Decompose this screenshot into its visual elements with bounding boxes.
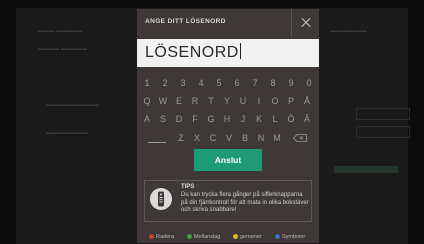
key[interactable]: M [269, 130, 285, 146]
key[interactable]: Å [299, 93, 315, 109]
background-text: ▬▬▬▬▬▬▬▬ [46, 130, 89, 136]
key[interactable]: T [203, 93, 219, 109]
tips-panel: TIPS Du kan trycka flera gånger på siffe… [144, 180, 312, 222]
key[interactable]: C [205, 130, 221, 146]
remote-control-icon [150, 188, 172, 210]
password-input[interactable]: LÖSENORD [137, 39, 319, 67]
green-dot-icon [187, 233, 192, 239]
key[interactable]: X [189, 130, 205, 146]
background-field [356, 108, 410, 120]
background-button [334, 166, 398, 173]
key[interactable]: Ö [283, 111, 299, 127]
yellow-dot-icon [233, 233, 238, 239]
legend-item-space: Mellanslag [187, 232, 220, 242]
background-text: ▬▬▬▬▬▬▬▬▬▬ [46, 102, 99, 108]
background-text: ▬▬▬▬ ▬▬▬▬▬ [38, 46, 88, 52]
legend-label: Symboler [282, 234, 306, 240]
tips-text: Du kan trycka flera gånger på sifferknap… [181, 192, 309, 213]
key[interactable]: 1 [139, 75, 155, 91]
backspace-icon[interactable] [293, 134, 307, 142]
key[interactable]: 2 [157, 75, 173, 91]
password-value: LÖSENORD [145, 43, 241, 62]
connect-button[interactable]: Anslut [194, 149, 262, 171]
key[interactable]: 7 [247, 75, 263, 91]
key[interactable]: 8 [265, 75, 281, 91]
color-key-legend: Radera Mellanslag gemener Symboler [149, 232, 319, 242]
key[interactable]: B [237, 130, 253, 146]
close-icon[interactable] [291, 9, 319, 37]
text-caret [239, 43, 241, 59]
key[interactable]: 0 [301, 75, 317, 91]
blue-dot-icon [275, 233, 280, 239]
key[interactable]: 4 [193, 75, 209, 91]
key[interactable]: N [253, 130, 269, 146]
key[interactable]: H [219, 111, 235, 127]
key[interactable]: S [155, 111, 171, 127]
key[interactable]: L [267, 111, 283, 127]
keyboard-row-digits: 1 2 3 4 5 6 7 8 9 0 [137, 75, 319, 91]
key[interactable]: I [251, 93, 267, 109]
key[interactable]: A [139, 111, 155, 127]
key[interactable]: P [283, 93, 299, 109]
legend-label: Radera [156, 234, 175, 240]
keyboard-row-zxcv: Z X C V B N M [137, 130, 319, 146]
key[interactable]: E [171, 93, 187, 109]
key[interactable]: 5 [211, 75, 227, 91]
space-icon[interactable] [147, 130, 167, 146]
key[interactable]: G [203, 111, 219, 127]
legend-label: Mellanslag [194, 234, 221, 240]
key[interactable]: Ä [299, 111, 315, 127]
key[interactable]: K [251, 111, 267, 127]
key[interactable]: 6 [229, 75, 245, 91]
key[interactable]: Q [139, 93, 155, 109]
password-dialog: ANGE DITT LÖSENORD LÖSENORD 1 2 3 4 5 6 … [137, 9, 319, 243]
key[interactable]: Y [219, 93, 235, 109]
dialog-title: ANGE DITT LÖSENORD [145, 18, 226, 25]
legend-item-delete: Radera [149, 232, 174, 242]
key[interactable]: W [155, 93, 171, 109]
legend-item-symbols: Symboler [275, 232, 305, 242]
key[interactable]: D [171, 111, 187, 127]
key[interactable]: U [235, 93, 251, 109]
legend-label: gemener [240, 234, 262, 240]
red-dot-icon [149, 233, 154, 239]
key[interactable]: V [221, 130, 237, 146]
key[interactable]: R [187, 93, 203, 109]
legend-item-lowercase: gemener [233, 232, 262, 242]
background-field [356, 126, 410, 138]
password-text: LÖSENORD [145, 44, 239, 61]
keyboard-row-asdf: A S D F G H J K L Ö Ä [137, 111, 319, 127]
keyboard-row-qwerty: Q W E R T Y U I O P Å [137, 93, 319, 109]
background-text: ▬▬▬▬▬▬▬ [330, 28, 368, 34]
key[interactable]: 9 [283, 75, 299, 91]
background-text: ▬▬▬ ▬▬▬▬▬ [38, 28, 83, 34]
key[interactable]: Z [173, 130, 189, 146]
key[interactable]: 3 [175, 75, 191, 91]
key[interactable]: O [267, 93, 283, 109]
tips-title: TIPS [181, 184, 195, 190]
key[interactable]: J [235, 111, 251, 127]
key[interactable]: F [187, 111, 203, 127]
